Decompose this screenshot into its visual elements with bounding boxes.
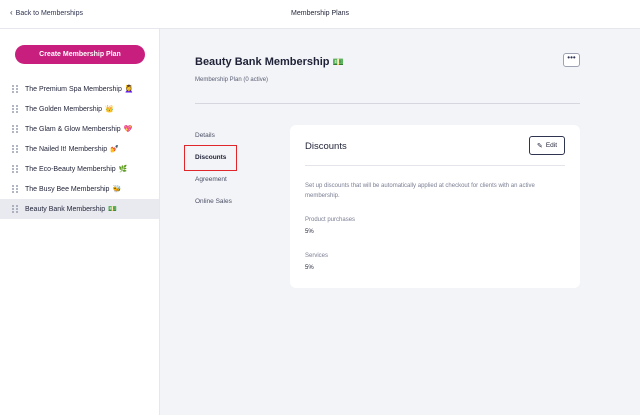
plan-item-label: Beauty Bank Membership [25,205,106,213]
plan-emoji-icon: 👑 [105,106,114,113]
more-options-button[interactable]: ••• [563,53,580,67]
plan-emoji-icon: 🌿 [118,166,128,173]
product-purchases-label: Product purchases [305,217,356,223]
membership-subtitle: Membership Plan (0 active) [195,77,269,83]
membership-title: Beauty Bank Membership 💵 [195,56,344,68]
plan-emoji-icon: 💖 [123,126,133,133]
plan-emoji-icon: 💆‍♀️ [124,86,134,93]
plan-item-label: The Golden Membership [25,105,103,113]
services-label: Services [305,253,329,259]
drag-handle-icon[interactable] [12,144,18,154]
drag-handle-icon[interactable] [12,84,18,94]
edit-button-label: Edit [545,142,558,149]
active-tab-highlight [184,145,237,171]
tab-agreement[interactable]: Agreement [195,175,232,197]
plan-item-eco-beauty[interactable]: The Eco-Beauty Membership 🌿 [0,159,159,179]
plan-item-busy-bee[interactable]: The Busy Bee Membership 🐝 [0,179,159,199]
drag-handle-icon[interactable] [12,184,18,194]
plan-item-label: The Premium Spa Membership [25,85,122,93]
card-divider [305,165,565,166]
plan-item-golden[interactable]: The Golden Membership 👑 [0,99,159,119]
plan-item-label: The Eco-Beauty Membership [25,165,116,173]
membership-plan-list: The Premium Spa Membership 💆‍♀️ The Gold… [0,79,159,219]
pencil-icon: ✎ [536,142,543,150]
discounts-card: Discounts ✎ Edit Set up discounts that w… [290,125,580,288]
drag-handle-icon[interactable] [12,104,18,114]
plan-emoji-icon: 💵 [108,206,117,213]
drag-handle-icon[interactable] [12,204,18,214]
plan-item-label: The Glam & Glow Membership [25,125,121,133]
top-bar: ‹ Back to Memberships Membership Plans [0,0,640,29]
header-divider [195,103,580,104]
services-value: 5% [305,265,314,271]
drag-handle-icon[interactable] [12,124,18,134]
drag-handle-icon[interactable] [12,164,18,174]
plan-emoji-icon: 🐝 [112,186,122,193]
tab-online-sales[interactable]: Online Sales [195,197,232,219]
plan-item-label: The Nailed It! Membership [25,145,108,153]
membership-title-text: Beauty Bank Membership [195,56,330,68]
plan-item-glam-glow[interactable]: The Glam & Glow Membership 💖 [0,119,159,139]
create-membership-plan-button[interactable]: Create Membership Plan [15,45,145,64]
plan-item-nailed-it[interactable]: The Nailed It! Membership 💅 [0,139,159,159]
money-icon: 💵 [332,56,344,67]
page-title: Membership Plans [291,10,349,17]
discounts-description: Set up discounts that will be automatica… [305,183,535,199]
card-title: Discounts [305,141,347,152]
edit-button[interactable]: ✎ Edit [529,136,565,155]
product-purchases-value: 5% [305,229,314,235]
sidebar: Create Membership Plan The Premium Spa M… [0,29,160,415]
plan-item-premium-spa[interactable]: The Premium Spa Membership 💆‍♀️ [0,79,159,99]
plan-emoji-icon: 💅 [110,146,119,153]
plan-item-beauty-bank[interactable]: Beauty Bank Membership 💵 [0,199,159,219]
plan-item-label: The Busy Bee Membership [25,185,110,193]
